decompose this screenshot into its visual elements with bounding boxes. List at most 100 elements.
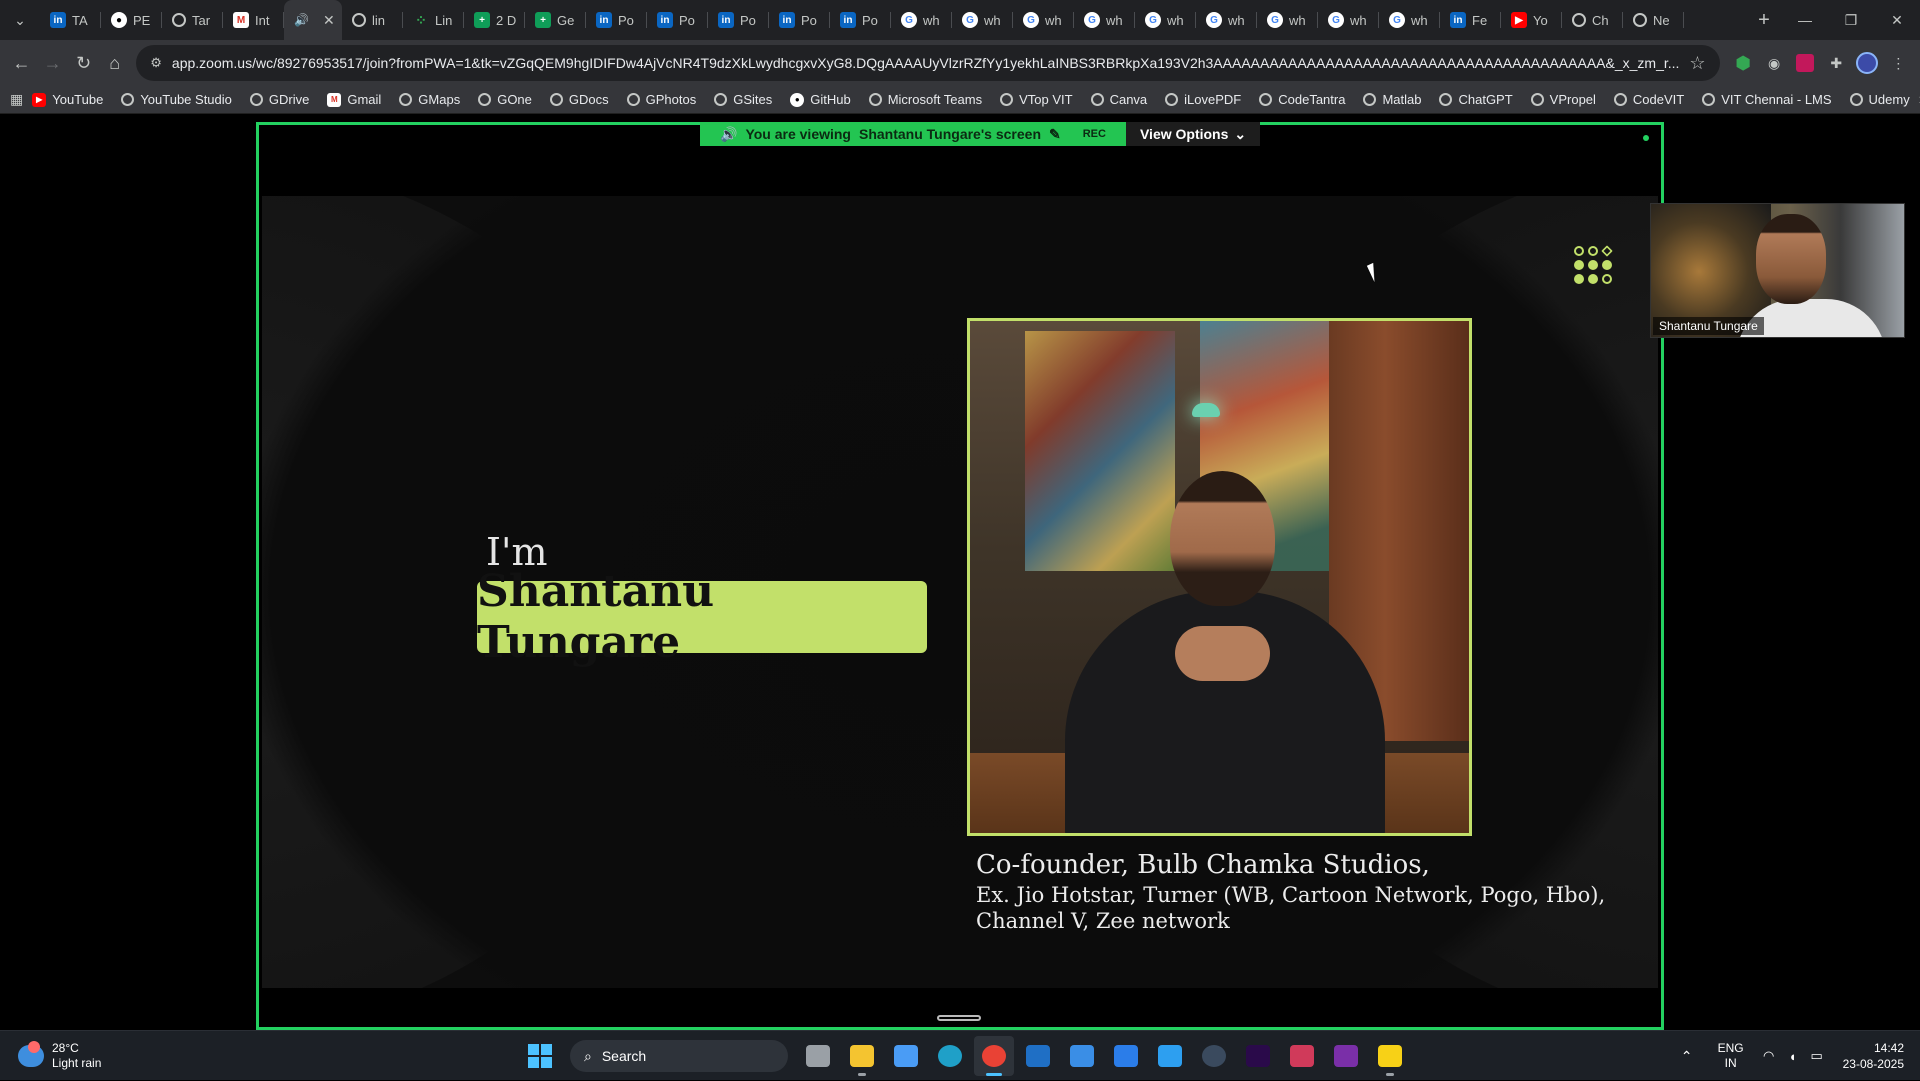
address-bar[interactable]: ⚙ app.zoom.us/wc/89276953517/join?fromPW…	[136, 45, 1720, 81]
taskbar-app-onenote[interactable]	[1326, 1036, 1366, 1076]
participant-video-thumbnail[interactable]: Shantanu Tungare	[1650, 203, 1905, 338]
taskbar-app-sticky-notes[interactable]	[1370, 1036, 1410, 1076]
bookmark-item[interactable]: GDocs	[541, 86, 618, 114]
mic-off-icon: ✎	[1049, 125, 1061, 142]
bookmark-item[interactable]: YouTube Studio	[112, 86, 241, 114]
taskbar-app-outlook[interactable]	[1018, 1036, 1058, 1076]
bookmark-item[interactable]: ● GitHub	[781, 86, 859, 114]
bookmark-item[interactable]: Matlab	[1354, 86, 1430, 114]
tab-label: Po	[618, 12, 634, 28]
taskbar-app-copilot[interactable]	[886, 1036, 926, 1076]
bookmark-item[interactable]: ChatGPT	[1430, 86, 1521, 114]
tab-search-button[interactable]: ⌄	[0, 0, 40, 40]
home-button[interactable]: ⌂	[99, 45, 130, 81]
profile-button[interactable]	[1852, 45, 1883, 81]
browser-tab[interactable]: Gwh	[1257, 0, 1318, 40]
browser-tab[interactable]: + Ge	[525, 0, 586, 40]
apps-grid-icon[interactable]: ▦	[10, 91, 23, 108]
extension-camera-button[interactable]: ◉	[1759, 45, 1790, 81]
browser-tab[interactable]: Gwh	[1074, 0, 1135, 40]
url-text[interactable]: app.zoom.us/wc/89276953517/join?fromPWA=…	[172, 55, 1680, 71]
site-info-icon[interactable]: ⚙	[150, 55, 162, 71]
tab-label: wh	[1106, 12, 1123, 28]
taskbar-app-microsoft-store[interactable]	[1062, 1036, 1102, 1076]
bookmark-item[interactable]: GDrive	[241, 86, 318, 114]
extension-pocket-button[interactable]	[1790, 45, 1821, 81]
bookmark-item[interactable]: VIT Chennai - LMS	[1693, 86, 1840, 114]
browser-tab[interactable]: in Fe	[1440, 0, 1501, 40]
toolbar-drag-handle[interactable]	[937, 1015, 981, 1021]
globe-icon	[352, 13, 366, 27]
view-options-button[interactable]: View Options ⌄	[1125, 122, 1261, 146]
bookmark-item[interactable]: GMaps	[390, 86, 469, 114]
browser-tab[interactable]: Gwh	[1135, 0, 1196, 40]
bookmark-item[interactable]: CodeVIT	[1605, 86, 1693, 114]
browser-tab[interactable]: M Int	[223, 0, 284, 40]
start-button[interactable]	[520, 1036, 560, 1076]
browser-tab[interactable]: Gwh	[1013, 0, 1074, 40]
bookmark-item[interactable]: Udemy	[1841, 86, 1919, 114]
bookmark-item[interactable]: CodeTantra	[1250, 86, 1354, 114]
bookmark-item[interactable]: VTop VIT	[991, 86, 1081, 114]
bookmark-star-icon[interactable]: ☆	[1689, 53, 1705, 74]
bookmark-item[interactable]: ▶ YouTube	[23, 86, 112, 114]
forward-button[interactable]: →	[37, 45, 68, 81]
browser-tab[interactable]: in TA	[40, 0, 101, 40]
bookmark-item[interactable]: Microsoft Teams	[860, 86, 991, 114]
bookmark-item[interactable]: M Gmail	[318, 86, 390, 114]
browser-tab[interactable]: in Po	[708, 0, 769, 40]
language-indicator[interactable]: ENG IN	[1705, 1041, 1757, 1071]
browser-tab[interactable]: Gwh	[1318, 0, 1379, 40]
bookmark-item[interactable]: iLovePDF	[1156, 86, 1250, 114]
browser-tab[interactable]: ⁘ Lin	[403, 0, 464, 40]
weather-widget[interactable]: 28°C Light rain	[0, 1040, 300, 1071]
restore-button[interactable]: ❐	[1828, 0, 1874, 40]
taskbar-search[interactable]: ⌕ Search	[570, 1040, 788, 1072]
browser-tab[interactable]: ▶ Yo	[1501, 0, 1562, 40]
extension-shield-button[interactable]: ⬢	[1728, 45, 1759, 81]
browser-tab[interactable]: Ne	[1623, 0, 1684, 40]
volume-icon[interactable]: ◖	[1781, 1049, 1805, 1064]
browser-tab[interactable]: in Po	[647, 0, 708, 40]
browser-tab[interactable]: +2 D	[464, 0, 525, 40]
search-icon: ⌕	[584, 1047, 592, 1064]
taskbar-app-file-explorer[interactable]	[842, 1036, 882, 1076]
browser-tab[interactable]: Ch	[1562, 0, 1623, 40]
bookmark-item[interactable]: GPhotos	[618, 86, 706, 114]
browser-tab[interactable]: in Po	[769, 0, 830, 40]
minimize-button[interactable]: —	[1782, 0, 1828, 40]
reload-button[interactable]: ↻	[68, 45, 99, 81]
taskbar-app-chrome[interactable]	[974, 1036, 1014, 1076]
clock[interactable]: 14:42 23-08-2025	[1829, 1040, 1920, 1072]
browser-tab[interactable]: lin	[342, 0, 403, 40]
bookmark-item[interactable]: GSites	[705, 86, 781, 114]
browser-tab[interactable]: in Po	[586, 0, 647, 40]
browser-tab[interactable]: Gwh	[1196, 0, 1257, 40]
chevron-up-icon[interactable]: ⌃	[1669, 1048, 1705, 1065]
browser-tab[interactable]: in Po	[830, 0, 891, 40]
battery-icon[interactable]: ▭	[1805, 1048, 1829, 1064]
wifi-icon[interactable]: ◠	[1757, 1048, 1781, 1064]
close-window-button[interactable]: ✕	[1874, 0, 1920, 40]
taskbar-app-remote-desktop[interactable]	[1106, 1036, 1146, 1076]
back-button[interactable]: ←	[6, 45, 37, 81]
browser-tab[interactable]: Tar	[162, 0, 223, 40]
browser-tab[interactable]: 🔊 ✕	[284, 0, 342, 40]
browser-tab[interactable]: ● PE	[101, 0, 162, 40]
taskbar-app-snipping-tool[interactable]	[1282, 1036, 1322, 1076]
extensions-button[interactable]: ✚	[1821, 45, 1852, 81]
browser-tab[interactable]: Gwh	[1379, 0, 1440, 40]
browser-tab[interactable]: Gwh	[952, 0, 1013, 40]
bookmark-item[interactable]: Canva	[1082, 86, 1157, 114]
browser-menu-button[interactable]: ⋮	[1883, 45, 1914, 81]
taskbar-app-edge[interactable]	[930, 1036, 970, 1076]
taskbar-app-vscode[interactable]	[1150, 1036, 1190, 1076]
taskbar-app-steam[interactable]	[1194, 1036, 1234, 1076]
bookmark-item[interactable]: GOne	[469, 86, 541, 114]
close-tab-icon[interactable]: ✕	[323, 12, 335, 29]
taskbar-app-task-view[interactable]	[798, 1036, 838, 1076]
browser-tab[interactable]: Gwh	[891, 0, 952, 40]
taskbar-app-premiere-pro[interactable]	[1238, 1036, 1278, 1076]
bookmark-item[interactable]: VPropel	[1522, 86, 1605, 114]
new-tab-button[interactable]: +	[1746, 0, 1782, 40]
